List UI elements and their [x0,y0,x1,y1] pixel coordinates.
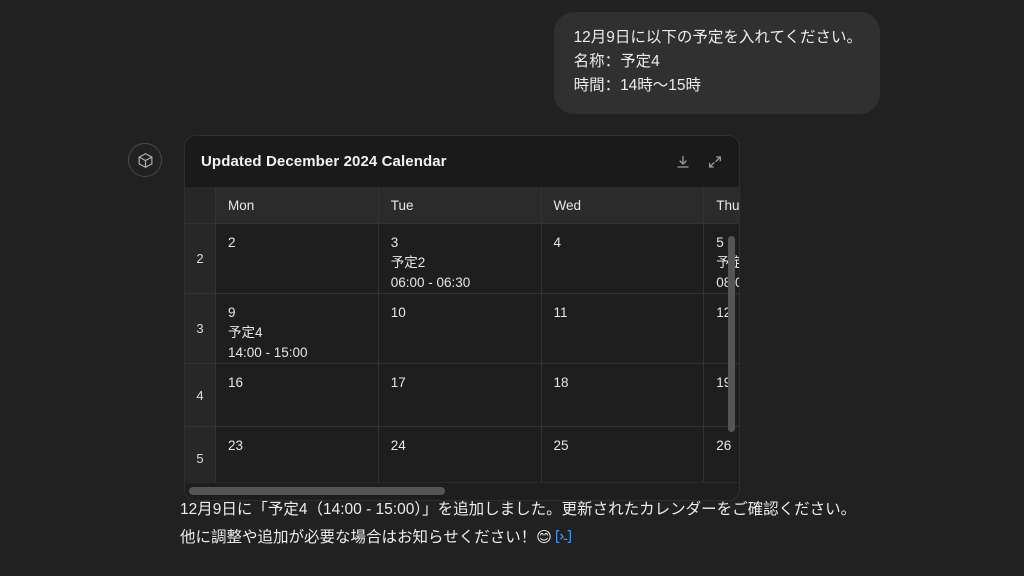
cell-date: 9 [228,303,378,323]
week-number: 3 [185,294,216,364]
cell-date: 2 [228,233,378,253]
day-header-thu: Thu [704,187,739,224]
artifact-container: Updated December 2024 Calendar [128,135,740,501]
smiley-emoji: 😊 [536,529,552,546]
assistant-message: 12月9日に「予定4（14:00 - 15:00）」を追加しました。更新されたカ… [180,496,940,554]
calendar-table: Mon Tue Wed Thu 2 2 [185,187,739,482]
calendar-cell[interactable]: 3 予定2 06:00 - 06:30 [378,224,541,294]
week-number: 4 [185,364,216,427]
cell-date: 24 [391,436,541,456]
calendar-cell[interactable]: 24 [378,427,541,483]
calendar-viewport[interactable]: Mon Tue Wed Thu 2 2 [185,187,739,482]
week-number: 2 [185,224,216,294]
day-header-tue: Tue [378,187,541,224]
calendar-horizontal-scrollbar-thumb[interactable] [189,487,445,495]
calendar-cell[interactable]: 2 [216,224,379,294]
user-message-line-3: 時間：14時〜15時 [574,74,862,98]
calendar-cell[interactable]: 10 [378,294,541,364]
cell-time: 14:00 - 15:00 [228,343,378,363]
calendar-cell[interactable]: 25 [541,427,704,483]
cell-date: 18 [554,373,704,393]
artifact-panel[interactable]: Updated December 2024 Calendar [184,135,740,501]
user-message-bubble: 12月9日に以下の予定を入れてください。 名称：予定4 時間：14時〜15時 [554,12,880,114]
cube-icon [128,143,162,177]
cell-event: 予定4 [228,323,378,343]
calendar-header-row: Mon Tue Wed Thu [185,187,739,224]
week-column-header [185,187,216,224]
cell-date: 17 [391,373,541,393]
day-header-wed: Wed [541,187,704,224]
cell-date: 23 [228,436,378,456]
day-header-mon: Mon [216,187,379,224]
download-icon[interactable] [673,152,693,172]
calendar-row: 4 16 17 18 [185,364,739,427]
artifact-title: Updated December 2024 Calendar [201,153,673,170]
user-message-line-1: 12月9日に以下の予定を入れてください。 [574,26,862,50]
cell-date: 25 [554,436,704,456]
terminal-icon[interactable] [555,526,572,554]
calendar-body: 2 2 3 予定2 06:00 - [185,224,739,483]
cell-date: 16 [228,373,378,393]
cell-date: 10 [391,303,541,323]
calendar-vertical-scrollbar[interactable] [728,236,735,432]
assistant-message-line-2-text: 他に調整や追加が必要な場合はお知らせください！ [180,529,536,546]
expand-icon[interactable] [705,152,725,172]
calendar-cell[interactable]: 11 [541,294,704,364]
calendar-cell[interactable]: 9 予定4 14:00 - 15:00 [216,294,379,364]
cell-date: 3 [391,233,541,253]
user-message-line-2: 名称：予定4 [574,50,862,74]
calendar-row: 5 23 24 25 [185,427,739,483]
calendar-cell[interactable]: 17 [378,364,541,427]
cell-time: 06:00 - 06:30 [391,273,541,293]
calendar-row: 2 2 3 予定2 06:00 - [185,224,739,294]
calendar-cell[interactable]: 26 [704,427,739,483]
calendar-cell[interactable]: 16 [216,364,379,427]
calendar-row: 3 9 予定4 14:00 - 15:00 10 [185,294,739,364]
week-number: 5 [185,427,216,483]
cell-event: 予定2 [391,253,541,273]
artifact-header: Updated December 2024 Calendar [185,136,739,187]
cell-date: 4 [554,233,704,253]
calendar-cell[interactable]: 18 [541,364,704,427]
cell-date: 11 [554,303,704,323]
artifact-header-actions [673,152,725,172]
assistant-message-line-1: 12月9日に「予定4（14:00 - 15:00）」を追加しました。更新されたカ… [180,496,940,524]
cell-date: 26 [716,436,739,456]
user-message-row: 12月9日に以下の予定を入れてください。 名称：予定4 時間：14時〜15時 [554,12,880,114]
assistant-message-line-2: 他に調整や追加が必要な場合はお知らせください！😊 [180,524,940,554]
calendar-cell[interactable]: 23 [216,427,379,483]
calendar-cell[interactable]: 4 [541,224,704,294]
